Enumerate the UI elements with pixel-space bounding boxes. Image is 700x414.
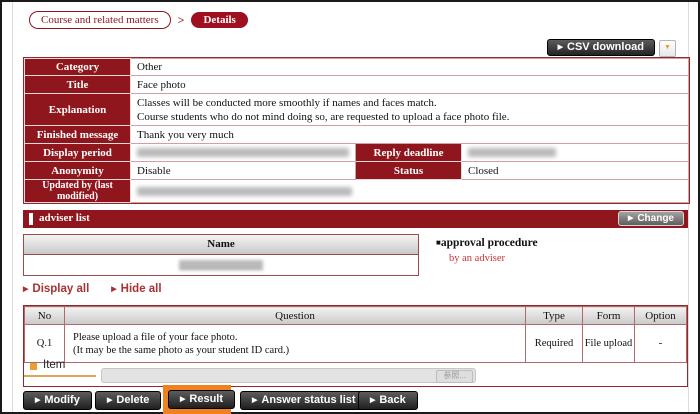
question-no: Q.1 — [25, 325, 65, 363]
details-table: Category Other Title Face photo Explanat… — [23, 57, 690, 204]
adviser-list-header-bar: adviser list ▶ Change — [23, 210, 688, 228]
play-arrow-icon: ▶ — [180, 396, 185, 403]
approval-procedure-detail: by an adviser — [449, 253, 505, 264]
title-value: Face photo — [131, 76, 689, 94]
adviser-name-row — [24, 255, 418, 275]
result-label: Result — [189, 393, 223, 405]
change-button[interactable]: ▶ Change — [618, 211, 684, 226]
col-header-form: Form — [583, 307, 635, 325]
title-label: Title — [25, 76, 131, 94]
display-all-link[interactable]: ▶ Display all — [23, 283, 89, 295]
question-table-section: No Question Type Form Option Q.1 Please … — [23, 305, 688, 387]
breadcrumb: Course and related matters > Details — [29, 11, 248, 29]
details-page: { "ui": { "arrow": "▶", "square": "■", "… — [0, 0, 700, 414]
hide-all-link[interactable]: ▶ Hide all — [111, 283, 161, 295]
updated-by-value — [131, 180, 689, 203]
item-underline — [24, 375, 96, 377]
question-line1: Please upload a file of your face photo. — [73, 331, 517, 344]
modify-label: Modify — [44, 394, 79, 406]
play-arrow-icon: ▶ — [370, 397, 375, 404]
back-label: Back — [379, 394, 405, 406]
section-tick-icon — [29, 213, 33, 225]
csv-download-label: CSV download — [567, 41, 644, 53]
name-column-header: Name — [24, 235, 418, 255]
reply-deadline-value — [462, 144, 689, 162]
finished-message-value: Thank you very much — [131, 126, 689, 144]
adviser-list-title: adviser list — [39, 212, 90, 224]
modify-button[interactable]: ▶ Modify — [23, 391, 92, 410]
explanation-label: Explanation — [25, 94, 131, 126]
display-all-label: Display all — [32, 283, 89, 295]
answer-status-list-button[interactable]: ▶ Answer status list — [240, 391, 368, 410]
question-line2: (It may be the same photo as your studen… — [73, 344, 517, 357]
delete-label: Delete — [116, 394, 149, 406]
hide-all-label: Hide all — [121, 283, 162, 295]
back-button[interactable]: ▶ Back — [358, 391, 418, 410]
question-type: Required — [526, 325, 583, 363]
answer-status-list-label: Answer status list — [261, 394, 355, 406]
col-header-question: Question — [65, 307, 526, 325]
browse-button[interactable]: 参照... — [436, 370, 473, 383]
breadcrumb-course-link[interactable]: Course and related matters — [29, 11, 171, 29]
question-form: File upload — [583, 325, 635, 363]
display-period-value — [131, 144, 356, 162]
play-arrow-icon: ▶ — [628, 215, 633, 222]
change-label: Change — [637, 213, 674, 224]
question-table: No Question Type Form Option Q.1 Please … — [24, 306, 687, 363]
approval-procedure-label: approval procedure — [441, 237, 538, 249]
anonymity-label: Anonymity — [25, 162, 131, 180]
col-header-no: No — [25, 307, 65, 325]
result-button[interactable]: ▶ Result — [168, 390, 235, 409]
redacted-display-period — [137, 148, 349, 157]
breadcrumb-separator: > — [178, 13, 185, 28]
reply-deadline-label: Reply deadline — [356, 144, 462, 162]
question-option: - — [635, 325, 687, 363]
explanation-line1: Classes will be conducted more smoothly … — [137, 96, 682, 110]
item-section: Item 参照... — [24, 359, 687, 386]
explanation-line2: Course students who do not mind doing so… — [137, 110, 682, 124]
redacted-updated-by — [137, 187, 352, 196]
question-row: Q.1 Please upload a file of your face ph… — [25, 325, 687, 363]
finished-message-label: Finished message — [25, 126, 131, 144]
csv-download-button[interactable]: ▶ CSV download — [547, 39, 655, 56]
adviser-name-table: Name — [23, 234, 419, 276]
play-arrow-icon: ▶ — [252, 397, 257, 404]
page-left-edge-line — [12, 2, 13, 412]
item-square-icon — [30, 363, 37, 370]
category-value: Other — [131, 59, 689, 76]
redacted-reply-deadline — [468, 148, 556, 157]
play-arrow-icon: ▶ — [558, 44, 563, 51]
status-value: Closed — [462, 162, 689, 180]
item-title: Item — [43, 359, 65, 371]
play-arrow-icon: ▶ — [111, 286, 116, 293]
play-arrow-icon: ▶ — [35, 397, 40, 404]
approval-procedure-title: ■approval procedure — [436, 237, 538, 249]
display-period-label: Display period — [25, 144, 131, 162]
play-arrow-icon: ▶ — [23, 286, 28, 293]
breadcrumb-details: Details — [191, 12, 247, 28]
redacted-adviser-name[interactable] — [179, 260, 263, 270]
anonymity-value: Disable — [131, 162, 356, 180]
col-header-option: Option — [635, 307, 687, 325]
csv-dropdown-button[interactable]: ▼ — [659, 40, 676, 57]
result-highlight-annotation: ▶ Result — [163, 385, 231, 414]
file-upload-input[interactable]: 参照... — [101, 368, 476, 383]
question-text: Please upload a file of your face photo.… — [65, 325, 526, 363]
col-header-type: Type — [526, 307, 583, 325]
updated-by-label: Updated by (last modified) — [25, 180, 131, 203]
chevron-down-icon: ▼ — [664, 43, 671, 51]
list-toggle-links: ▶ Display all ▶ Hide all — [23, 283, 162, 295]
explanation-value: Classes will be conducted more smoothly … — [131, 94, 689, 126]
delete-button[interactable]: ▶ Delete — [95, 391, 161, 410]
category-label: Category — [25, 59, 131, 76]
status-label: Status — [356, 162, 462, 180]
play-arrow-icon: ▶ — [107, 397, 112, 404]
